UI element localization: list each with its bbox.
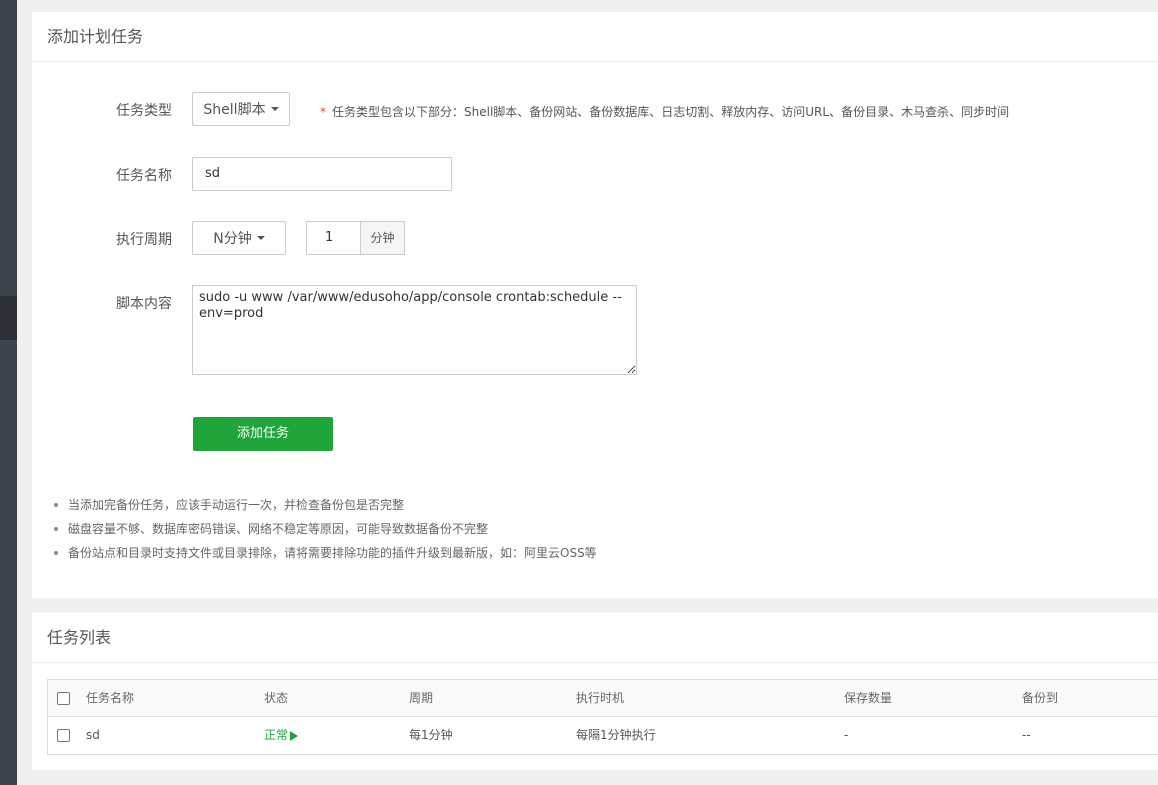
row-task-name: sd [86, 728, 100, 742]
row-timing: 每隔1分钟执行 [576, 728, 656, 742]
add-task-button[interactable]: 添加任务 [193, 417, 333, 451]
col-backup-to: 备份到 [1022, 691, 1059, 705]
task-name-label: 任务名称 [116, 168, 172, 184]
task-list-panel: 任务列表 任务名称 状态 周期 执行时机 保存数量 备份到 sd 正常 每1分钟… [32, 613, 1158, 770]
note-item: 磁盘容量不够、数据库密码错误、网络不稳定等原因，可能导致数据备份不完整 [52, 517, 597, 541]
row-status[interactable]: 正常 [264, 717, 299, 754]
task-type-hint-text: 任务类型包含以下部分：Shell脚本、备份网站、备份数据库、日志切割、释放内存、… [332, 105, 1010, 119]
task-type-hint: * 任务类型包含以下部分：Shell脚本、备份网站、备份数据库、日志切割、释放内存… [320, 103, 1009, 120]
table-row[interactable]: sd 正常 每1分钟 每隔1分钟执行 - -- [48, 717, 1158, 754]
panel-title-add: 添加计划任务 [32, 12, 1158, 62]
task-type-value: Shell脚本 [203, 102, 266, 118]
col-cycle: 周期 [409, 691, 434, 705]
task-table: 任务名称 状态 周期 执行时机 保存数量 备份到 sd 正常 每1分钟 每隔1分… [47, 679, 1158, 755]
minutes-input[interactable]: 1 [306, 221, 362, 255]
cycle-type-dropdown[interactable]: N分钟 [192, 221, 286, 255]
script-text: sudo -u www /var/www/edusoho/app/console… [199, 290, 622, 321]
cycle-type-value: N分钟 [213, 231, 252, 247]
task-type-dropdown[interactable]: Shell脚本 [192, 92, 290, 126]
caret-down-icon [270, 107, 279, 111]
row-status-text: 正常 [264, 728, 289, 742]
col-status: 状态 [264, 691, 289, 705]
sidebar-active-item[interactable] [0, 296, 17, 340]
add-task-panel: 添加计划任务 任务类型 Shell脚本 * 任务类型包含以下部分：Shell脚本、… [32, 12, 1158, 598]
script-textarea[interactable]: sudo -u www /var/www/edusoho/app/console… [192, 285, 637, 375]
note-item: 当添加完备份任务，应该手动运行一次，并检查备份包是否完整 [52, 493, 597, 517]
row-keep: - [844, 728, 849, 742]
play-triangle-icon [290, 730, 299, 741]
table-header: 任务名称 状态 周期 执行时机 保存数量 备份到 [48, 680, 1158, 717]
panel-title-list: 任务列表 [32, 613, 1158, 663]
cycle-label: 执行周期 [116, 232, 172, 248]
minutes-unit-addon: 分钟 [360, 221, 405, 255]
col-task-name: 任务名称 [86, 691, 135, 705]
notes-list: 当添加完备份任务，应该手动运行一次，并检查备份包是否完整 磁盘容量不够、数据库密… [52, 493, 597, 565]
caret-down-icon [256, 236, 265, 240]
col-keep: 保存数量 [844, 691, 893, 705]
col-timing: 执行时机 [576, 691, 625, 705]
resize-grip-icon[interactable] [627, 365, 635, 373]
sidebar [0, 0, 17, 785]
note-item: 备份站点和目录时支持文件或目录排除，请将需要排除功能的插件升级到最新版，如：阿里… [52, 541, 597, 565]
select-all-checkbox[interactable] [57, 692, 70, 705]
row-cycle: 每1分钟 [409, 728, 453, 742]
row-backup-to: -- [1022, 728, 1031, 742]
task-name-input[interactable]: sd [192, 157, 452, 191]
required-star: * [320, 105, 326, 119]
row-checkbox[interactable] [57, 729, 70, 742]
script-label: 脚本内容 [116, 296, 172, 312]
task-type-label: 任务类型 [116, 103, 172, 119]
